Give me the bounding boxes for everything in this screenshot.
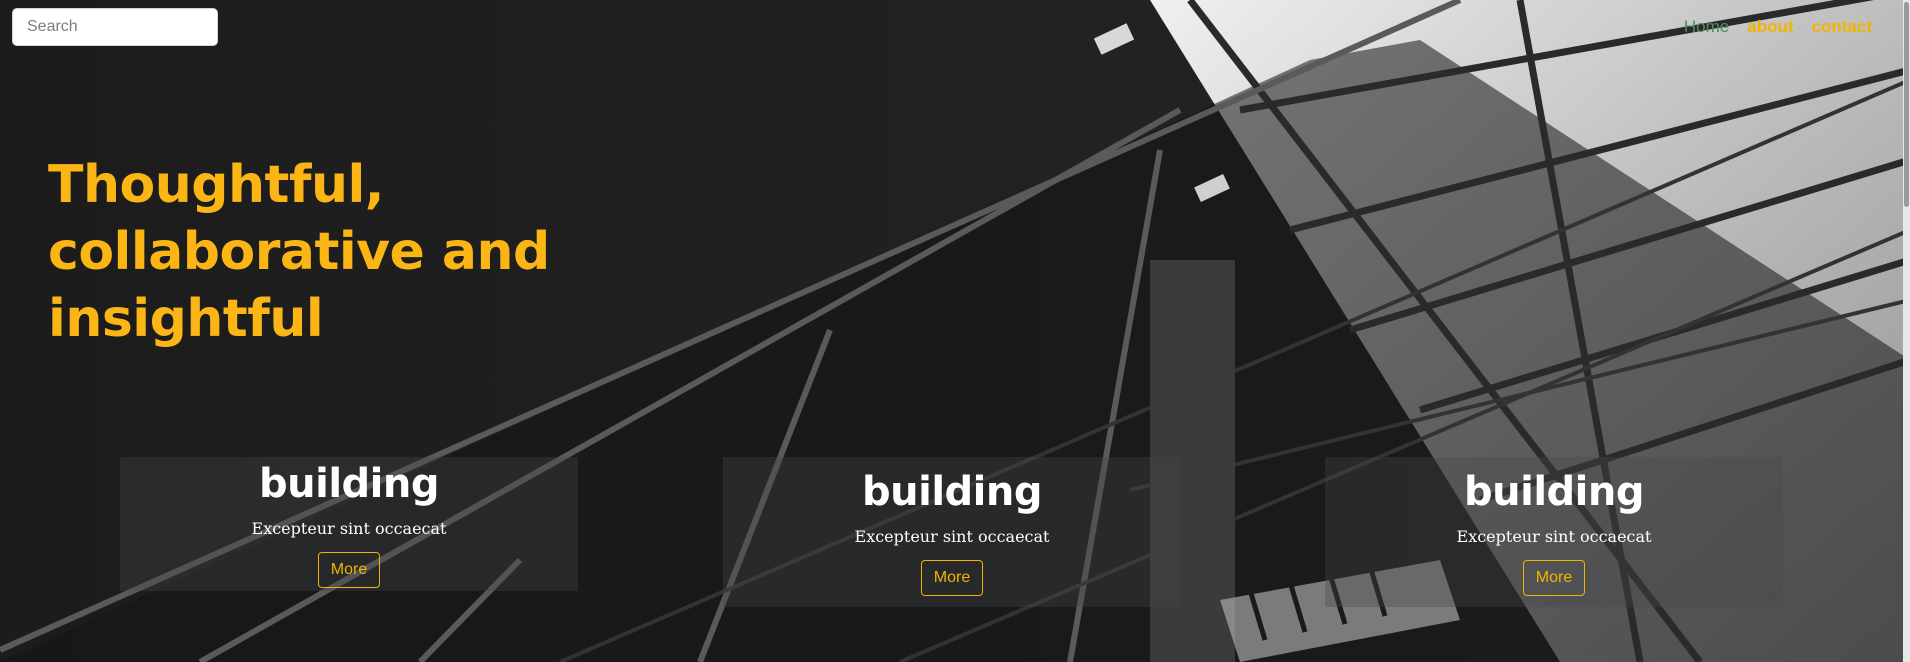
card-title: building xyxy=(259,461,439,507)
more-button[interactable]: More xyxy=(1522,560,1586,596)
card-text: Excepteur sint occaecat xyxy=(251,519,447,538)
search-input[interactable] xyxy=(12,8,218,46)
nav-link-about[interactable]: about xyxy=(1747,17,1793,37)
card-title: building xyxy=(862,469,1042,515)
card-text: Excepteur sint occaecat xyxy=(854,527,1050,546)
hero-title: Thoughtful, collaborative and insightful xyxy=(48,155,550,349)
page: Home about contact Thoughtful, collabora… xyxy=(0,0,1910,662)
more-button[interactable]: More xyxy=(317,552,381,588)
nav-link-home[interactable]: Home xyxy=(1684,17,1729,37)
more-button[interactable]: More xyxy=(920,560,984,596)
feature-card: building Excepteur sint occaecat More xyxy=(120,457,578,591)
feature-card: building Excepteur sint occaecat More xyxy=(1325,457,1783,607)
card-text: Excepteur sint occaecat xyxy=(1456,527,1652,546)
top-nav: Home about contact xyxy=(1684,17,1872,37)
feature-card: building Excepteur sint occaecat More xyxy=(723,457,1181,607)
vertical-scrollbar[interactable] xyxy=(1903,0,1910,662)
card-title: building xyxy=(1464,469,1644,515)
nav-link-contact[interactable]: contact xyxy=(1812,17,1872,37)
scrollbar-thumb[interactable] xyxy=(1904,2,1909,207)
